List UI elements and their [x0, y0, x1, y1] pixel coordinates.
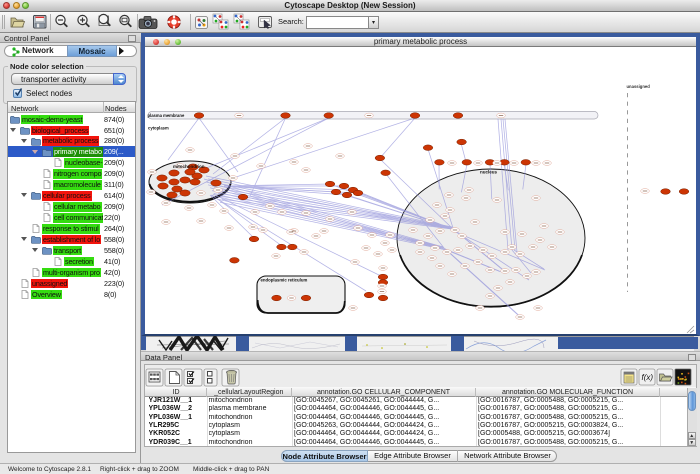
svg-text:nucleus: nucleus: [480, 170, 498, 175]
svg-text:plasma membrane: plasma membrane: [148, 113, 185, 118]
svg-text:f(x): f(x): [642, 373, 654, 382]
svg-text:cytoplasm: cytoplasm: [148, 126, 169, 131]
svg-text:mitochondrion: mitochondrion: [173, 164, 205, 169]
svg-text:endoplasmic reticulum: endoplasmic reticulum: [261, 278, 308, 283]
svg-text:unassigned: unassigned: [627, 84, 651, 89]
